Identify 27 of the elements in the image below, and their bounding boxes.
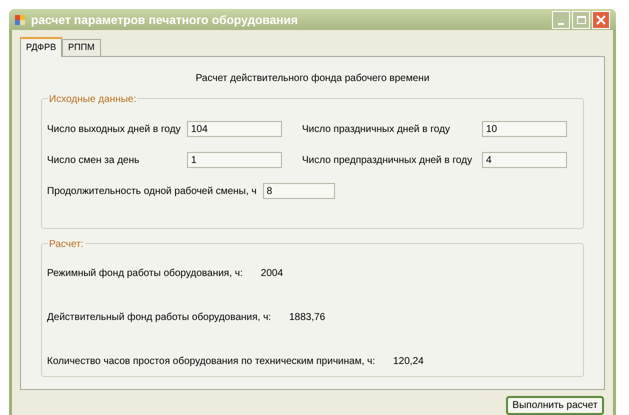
input-field[interactable]: 104 [187,121,282,137]
result-value: 2004 [260,267,284,281]
minimize-button[interactable] [552,10,570,28]
result-value: 1883,76 [289,311,326,325]
input-field[interactable]: 1 [187,152,282,168]
window-title: расчет параметров печатного оборудования [31,12,298,28]
tab[interactable]: РППМ [62,39,101,56]
result-label: Режимный фонд работы оборудования, ч: [47,267,243,281]
result-label: Количество часов простоя оборудования по техническим причинам, ч: [47,355,376,369]
maximize-button[interactable] [572,10,590,28]
field-label: Число смен за день [47,154,140,168]
result-label: Действительный фонд работы оборудования, ч: [47,311,272,325]
field-label: Продолжительность одной рабочей смены, ч [47,184,257,198]
close-icon [596,14,606,24]
field-label: Число выходных дней в году [47,122,182,136]
input-field[interactable]: 4 [482,152,567,168]
input-field[interactable]: 8 [262,183,335,199]
app-icon [15,14,25,24]
close-button[interactable] [592,10,610,28]
run-calculation-button[interactable]: Выполнить расчет [506,396,604,415]
field-label: Число праздничных дней в году [302,122,451,136]
group-title: Исходные данные: [48,92,138,107]
field-label: Число предпраздничных дней в году [302,154,474,168]
tab[interactable]: РДФРВ [20,37,62,57]
panel-heading: Расчет действительного фонда рабочего времени [194,72,430,86]
input-field[interactable]: 10 [482,121,567,137]
result-value: 120,24 [393,355,424,369]
